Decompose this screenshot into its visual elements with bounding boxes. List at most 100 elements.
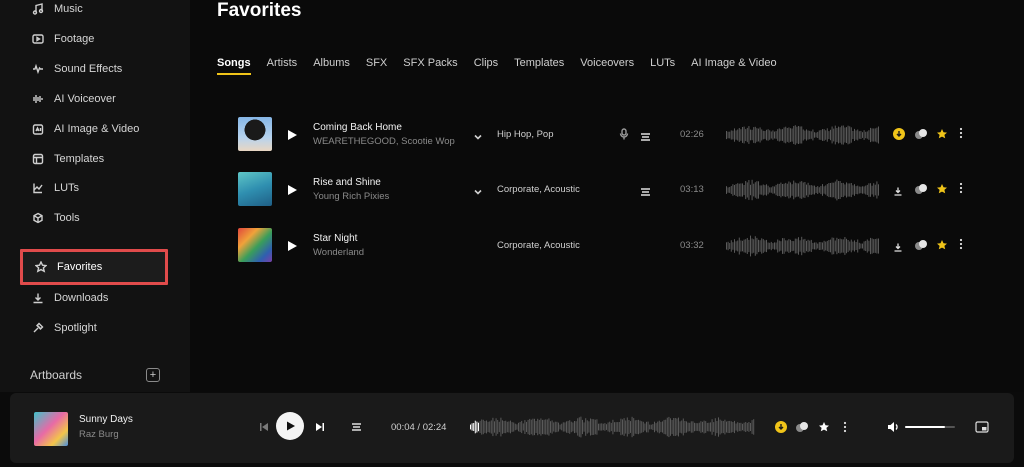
sidebar-item-label: Templates <box>54 153 105 165</box>
tab-voiceovers[interactable]: Voiceovers <box>580 57 634 75</box>
song-row[interactable]: Coming Back Home WEARETHEGOOD, Scootie W… <box>238 117 968 153</box>
more-options-icon[interactable] <box>958 182 964 194</box>
song-genre: Corporate, Acoustic <box>497 240 580 251</box>
tab-songs[interactable]: Songs <box>217 57 251 75</box>
duplicate-icon[interactable] <box>914 127 928 141</box>
sidebar-item-label: Spotlight <box>54 322 97 334</box>
now-playing-cover[interactable] <box>34 412 68 446</box>
song-duration: 03:13 <box>680 184 704 195</box>
sidebar-item-music[interactable]: Music <box>32 0 83 20</box>
download-button[interactable] <box>775 421 787 433</box>
sidebar-item-favorites[interactable]: Favorites <box>20 249 168 285</box>
song-row[interactable]: Rise and Shine Young Rich Pixies Corpora… <box>238 172 968 208</box>
add-artboard-button[interactable]: + <box>146 368 160 382</box>
album-cover[interactable] <box>238 117 272 151</box>
sidebar-item-templates[interactable]: Templates <box>32 148 104 170</box>
tab-luts[interactable]: LUTs <box>650 57 675 75</box>
more-options-icon[interactable] <box>842 421 848 433</box>
sidebar-item-ai-image-video[interactable]: AI Image & Video <box>32 118 139 140</box>
star-outline-icon <box>35 261 47 273</box>
album-cover[interactable] <box>238 228 272 262</box>
sidebar-item-tools[interactable]: Tools <box>32 207 80 229</box>
song-artist[interactable]: Wonderland <box>313 247 364 258</box>
favorite-button[interactable] <box>936 182 948 194</box>
play-icon <box>288 185 297 195</box>
sidebar-item-downloads[interactable]: Downloads <box>32 287 108 309</box>
tab-clips[interactable]: Clips <box>474 57 498 75</box>
tab-albums[interactable]: Albums <box>313 57 350 75</box>
tab-ai-image-video[interactable]: AI Image & Video <box>691 57 776 75</box>
now-playing-title[interactable]: Sunny Days <box>79 414 133 425</box>
main-content: Favorites Songs Artists Albums SFX SFX P… <box>190 0 1024 392</box>
download-button[interactable] <box>893 183 905 196</box>
sidebar-item-label: AI Image & Video <box>54 123 140 135</box>
album-cover[interactable] <box>238 172 272 206</box>
star-icon <box>937 184 947 194</box>
playback-time: 00:04 / 02:24 <box>391 422 447 433</box>
page-title: Favorites <box>217 0 302 21</box>
download-button[interactable] <box>893 128 905 140</box>
sidebar-item-footage[interactable]: Footage <box>32 28 94 50</box>
sidebar-item-label: Downloads <box>54 292 109 304</box>
player-waveform[interactable] <box>470 415 755 439</box>
waveform[interactable] <box>726 123 881 147</box>
tab-sfx[interactable]: SFX <box>366 57 387 75</box>
song-title[interactable]: Rise and Shine <box>313 177 381 188</box>
play-icon <box>288 241 297 251</box>
sidebar-item-label: Sound Effects <box>54 63 123 75</box>
play-icon <box>287 421 295 431</box>
song-artist[interactable]: Young Rich Pixies <box>313 191 389 202</box>
category-tabs: Songs Artists Albums SFX SFX Packs Clips… <box>217 57 777 75</box>
song-title[interactable]: Coming Back Home <box>313 122 402 133</box>
duplicate-icon[interactable] <box>795 420 809 434</box>
next-track-icon[interactable] <box>315 422 325 432</box>
play-button[interactable] <box>286 183 298 195</box>
sidebar-item-sound-effects[interactable]: Sound Effects <box>32 58 122 80</box>
expand-button[interactable] <box>473 184 483 202</box>
volume-icon[interactable] <box>887 421 900 433</box>
song-title[interactable]: Star Night <box>313 233 357 244</box>
waveform[interactable] <box>726 234 881 258</box>
download-icon <box>894 187 902 196</box>
download-icon <box>33 293 43 304</box>
more-options-icon[interactable] <box>958 127 964 139</box>
tab-artists[interactable]: Artists <box>267 57 298 75</box>
volume-slider-fill <box>905 426 945 428</box>
duplicate-icon[interactable] <box>914 238 928 252</box>
play-button[interactable] <box>286 239 298 251</box>
play-pause-button[interactable] <box>276 412 304 440</box>
volume-slider[interactable] <box>905 426 955 428</box>
sidebar-item-label: Footage <box>54 33 95 45</box>
song-genre: Corporate, Acoustic <box>497 184 580 195</box>
vocals-indicator <box>619 127 629 145</box>
sidebar-item-label: Favorites <box>57 261 103 273</box>
sidebar-item-luts[interactable]: LUTs <box>32 177 79 199</box>
mini-player-icon[interactable] <box>975 421 989 433</box>
waveform[interactable] <box>726 178 881 202</box>
spotlight-icon <box>33 322 44 333</box>
song-row[interactable]: Star Night Wonderland Corporate, Acousti… <box>238 228 968 264</box>
tab-templates[interactable]: Templates <box>514 57 564 75</box>
similar-tracks-button[interactable] <box>640 129 651 147</box>
play-icon <box>288 130 297 140</box>
sidebar-item-label: Music <box>54 3 83 15</box>
sidebar-item-spotlight[interactable]: Spotlight <box>32 317 97 339</box>
expand-button[interactable] <box>473 129 483 147</box>
favorite-button[interactable] <box>936 127 948 139</box>
queue-icon[interactable] <box>351 422 362 432</box>
song-artist[interactable]: WEARETHEGOOD, Scootie Wop <box>313 136 455 147</box>
music-note-icon <box>32 3 44 15</box>
now-playing-artist[interactable]: Raz Burg <box>79 429 119 440</box>
tab-sfx-packs[interactable]: SFX Packs <box>403 57 457 75</box>
similar-tracks-button[interactable] <box>640 184 651 202</box>
favorite-button[interactable] <box>936 238 948 250</box>
more-options-icon[interactable] <box>958 238 964 250</box>
star-icon[interactable] <box>818 421 830 433</box>
download-button[interactable] <box>893 239 905 252</box>
previous-track-icon[interactable] <box>259 422 269 432</box>
luts-icon <box>33 183 43 194</box>
duplicate-icon[interactable] <box>914 182 928 196</box>
sidebar-item-label: AI Voiceover <box>54 93 116 105</box>
sidebar-item-ai-voiceover[interactable]: AI Voiceover <box>32 88 116 110</box>
play-button[interactable] <box>286 128 298 140</box>
